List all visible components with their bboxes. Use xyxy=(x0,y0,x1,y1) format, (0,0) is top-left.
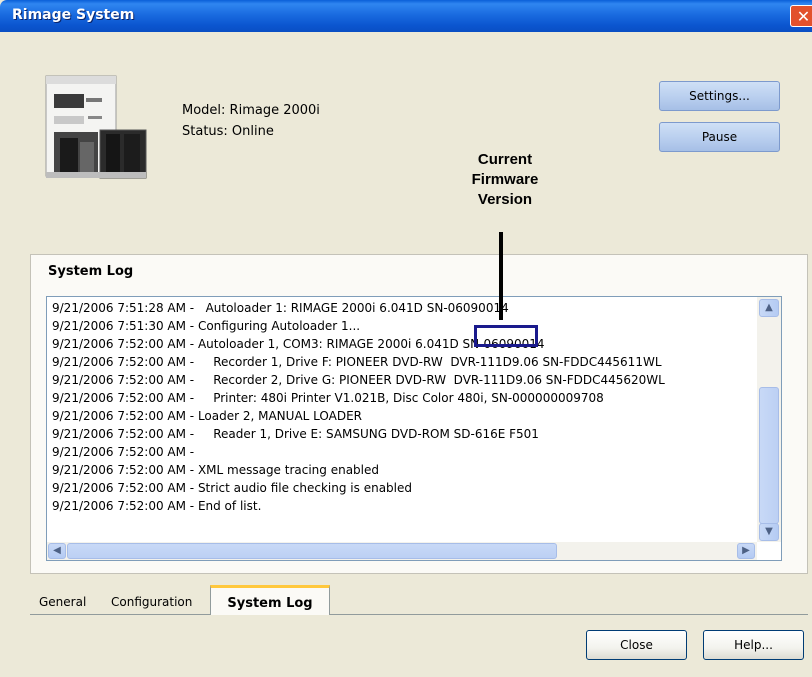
log-line[interactable]: 9/21/2006 7:52:00 AM - Strict audio file… xyxy=(52,480,412,496)
tab-system-log[interactable]: System Log xyxy=(210,585,330,615)
scroll-up-icon[interactable]: ▲ xyxy=(759,299,779,317)
rimage-system-window: Rimage System ✕ Model: Rimage 2000i Stat… xyxy=(0,0,812,677)
vertical-scrollbar[interactable]: ▲ ▼ xyxy=(757,297,781,542)
system-log-heading: System Log xyxy=(48,264,134,279)
log-line[interactable]: 9/21/2006 7:51:30 AM - Configuring Autol… xyxy=(52,318,360,334)
device-status: Status: Online xyxy=(182,124,274,139)
annotation-line-3: Version xyxy=(477,191,533,208)
help-button[interactable]: Help... xyxy=(703,630,804,660)
title-bar[interactable]: Rimage System ✕ xyxy=(0,0,812,32)
annotation-pointer-line xyxy=(499,232,503,320)
tab-configuration[interactable]: Configuration xyxy=(111,590,192,614)
tab-divider xyxy=(30,614,808,615)
scroll-right-icon[interactable]: ▶ xyxy=(737,543,755,559)
log-line[interactable]: 9/21/2006 7:52:00 AM - Autoloader 1, COM… xyxy=(52,336,545,352)
log-line[interactable]: 9/21/2006 7:52:00 AM - Reader 1, Drive E… xyxy=(52,426,539,442)
device-model: Model: Rimage 2000i xyxy=(182,103,320,118)
vertical-scroll-thumb[interactable] xyxy=(759,387,779,524)
system-log-list[interactable]: 9/21/2006 7:51:28 AM - Autoloader 1: RIM… xyxy=(46,296,782,561)
horizontal-scrollbar[interactable]: ◀ ▶ xyxy=(47,542,757,560)
firmware-annotation: Current Firmware Version xyxy=(430,150,580,210)
log-line[interactable]: 9/21/2006 7:52:00 AM - Recorder 1, Drive… xyxy=(52,354,662,370)
log-line[interactable]: 9/21/2006 7:52:00 AM - XML message traci… xyxy=(52,462,379,478)
window-title: Rimage System xyxy=(12,7,135,23)
close-button[interactable]: Close xyxy=(586,630,687,660)
log-line[interactable]: 9/21/2006 7:51:28 AM - Autoloader 1: RIM… xyxy=(52,300,509,316)
annotation-line-1: Current xyxy=(477,151,533,168)
annotation-line-2: Firmware xyxy=(471,171,539,188)
log-line[interactable]: 9/21/2006 7:52:00 AM - Recorder 2, Drive… xyxy=(52,372,665,388)
tab-general[interactable]: General xyxy=(39,590,86,614)
log-line[interactable]: 9/21/2006 7:52:00 AM - Printer: 480i Pri… xyxy=(52,390,604,406)
log-line[interactable]: 9/21/2006 7:52:00 AM - xyxy=(52,444,194,460)
pause-button[interactable]: Pause xyxy=(659,122,780,152)
horizontal-scroll-thumb[interactable] xyxy=(67,543,557,559)
close-icon[interactable]: ✕ xyxy=(790,5,812,27)
printer-device-icon xyxy=(45,75,147,179)
scroll-left-icon[interactable]: ◀ xyxy=(48,543,66,559)
firmware-highlight-box xyxy=(474,325,538,347)
settings-button[interactable]: Settings... xyxy=(659,81,780,111)
log-line[interactable]: 9/21/2006 7:52:00 AM - Loader 2, MANUAL … xyxy=(52,408,362,424)
log-line[interactable]: 9/21/2006 7:52:00 AM - End of list. xyxy=(52,498,261,514)
scroll-down-icon[interactable]: ▼ xyxy=(759,523,779,541)
